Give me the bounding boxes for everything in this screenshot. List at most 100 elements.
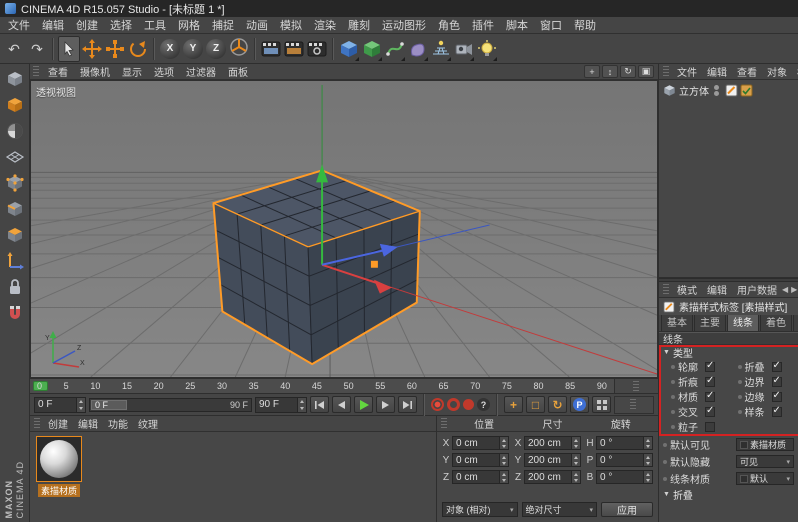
timeline-range-slider[interactable]: 0 F 90 F [89,398,252,412]
rotate-tool-button[interactable] [127,36,149,62]
next-frame-button[interactable] [376,396,395,413]
key-rotation-toggle[interactable]: ↻ [548,396,567,413]
goto-start-button[interactable] [310,396,329,413]
key-parameter-toggle[interactable]: P [570,396,589,413]
viewport-menu-item[interactable]: 显示 [116,64,148,79]
workplane-button[interactable] [3,145,27,169]
attribute-tab[interactable]: 线条 [727,315,759,331]
move-tool-button[interactable] [81,36,103,62]
default-hidden-select[interactable]: 可见 ▾ [736,455,794,468]
checkbox[interactable] [705,392,715,402]
menu-item[interactable]: 文件 [2,17,36,33]
axis-mode-button[interactable] [3,249,27,273]
goto-end-button[interactable] [398,396,417,413]
value-stepper[interactable] [571,471,580,483]
menu-item[interactable]: 选择 [104,17,138,33]
line-type-option[interactable]: 边缘 [730,389,797,404]
menu-item[interactable]: 编辑 [36,17,70,33]
menu-item[interactable]: 角色 [432,17,466,33]
sketch-style-tag-icon[interactable] [725,84,738,97]
subdivision-surface-menu-button[interactable] [361,36,383,62]
rotate-view-icon[interactable]: ↻ [620,65,636,78]
value-stepper[interactable] [499,471,508,483]
object-menu-item[interactable]: 文件 [672,64,702,79]
line-type-option[interactable]: 边界 [730,374,797,389]
panel-grip[interactable] [33,66,39,77]
checkbox[interactable] [705,362,715,372]
value-stepper[interactable] [643,454,652,466]
position-x-field[interactable] [453,438,499,449]
render-settings-button[interactable] [306,36,328,62]
value-stepper[interactable] [571,454,580,466]
menu-item[interactable]: 动画 [240,17,274,33]
line-type-option[interactable]: 交叉 [663,404,730,419]
menu-item[interactable]: 雕刻 [342,17,376,33]
material-menu-item[interactable]: 编辑 [73,416,103,431]
keyframe-selection-button[interactable] [463,399,474,410]
rotation-p-field[interactable] [597,455,643,466]
panel-grip[interactable] [34,418,40,429]
material-menu-item[interactable]: 功能 [103,416,133,431]
timeline-options-box[interactable] [614,379,658,393]
material-thumbnail[interactable] [36,436,82,482]
panel-grip[interactable] [663,284,669,295]
render-picture-viewer-button[interactable] [283,36,305,62]
panel-grip[interactable] [441,418,447,429]
lock-x-button[interactable]: X [159,36,181,62]
playbar-options-box[interactable] [614,396,654,414]
menu-item[interactable]: 工具 [138,17,172,33]
material-item[interactable]: 素描材质 [36,436,82,497]
key-position-toggle[interactable]: + [504,396,523,413]
polygons-mode-button[interactable] [3,223,27,247]
attribute-menu-item[interactable]: 模式 [672,282,702,297]
environment-menu-button[interactable] [430,36,452,62]
fold-group-header[interactable]: ▼ 折叠 [659,487,798,501]
menu-item[interactable]: 创建 [70,17,104,33]
object-menu-item[interactable]: 查看 [732,64,762,79]
frame-stepper[interactable] [76,398,85,412]
line-type-option[interactable]: 样条 [730,404,797,419]
attribute-menu-item[interactable]: 用户数据 [732,282,782,297]
checkbox[interactable] [705,377,715,387]
menu-item[interactable]: 捕捉 [206,17,240,33]
history-forward-icon[interactable]: ▶ [791,285,797,294]
keying-help-button[interactable]: ? [477,398,490,411]
line-type-option[interactable]: 轮廓 [663,359,730,374]
menu-item[interactable]: 渲染 [308,17,342,33]
menu-item[interactable]: 帮助 [568,17,602,33]
model-mode-button[interactable] [3,93,27,117]
range-slider-handle[interactable]: 0 F [91,400,127,410]
attribute-tab[interactable]: 基本 [661,315,693,331]
menu-item[interactable]: 运动图形 [376,17,432,33]
menu-item[interactable]: 模拟 [274,17,308,33]
play-button[interactable] [354,396,373,413]
phong-tag-icon[interactable] [740,84,753,97]
value-stepper[interactable] [643,437,652,449]
menu-item[interactable]: 窗口 [534,17,568,33]
viewport-menu-item[interactable]: 选项 [148,64,180,79]
texture-mode-button[interactable] [3,119,27,143]
object-row-cube[interactable]: 立方体 [661,82,796,99]
frame-stepper[interactable] [297,398,306,412]
value-stepper[interactable] [643,471,652,483]
material-menu-item[interactable]: 纹理 [133,416,163,431]
undo-button[interactable]: ↶ [3,36,25,62]
value-stepper[interactable] [571,437,580,449]
deformer-menu-button[interactable] [407,36,429,62]
panel-grip[interactable] [663,66,669,77]
rotation-b-field[interactable] [597,472,643,483]
section-header[interactable]: 线条 [659,332,798,345]
position-z-field[interactable] [453,472,499,483]
autokeying-button[interactable] [447,398,460,411]
material-menu-item[interactable]: 创建 [43,416,73,431]
size-y-field[interactable] [525,455,571,466]
snap-button[interactable] [3,301,27,325]
menu-item[interactable]: 脚本 [500,17,534,33]
line-type-option[interactable]: 材质 [663,389,730,404]
points-mode-button[interactable] [3,171,27,195]
rotation-h-field[interactable] [597,438,643,449]
type-group-header[interactable]: ▼ 类型 [659,345,798,359]
apply-button[interactable]: 应用 [601,502,653,517]
checkbox[interactable] [772,392,782,402]
menu-item[interactable]: 网格 [172,17,206,33]
